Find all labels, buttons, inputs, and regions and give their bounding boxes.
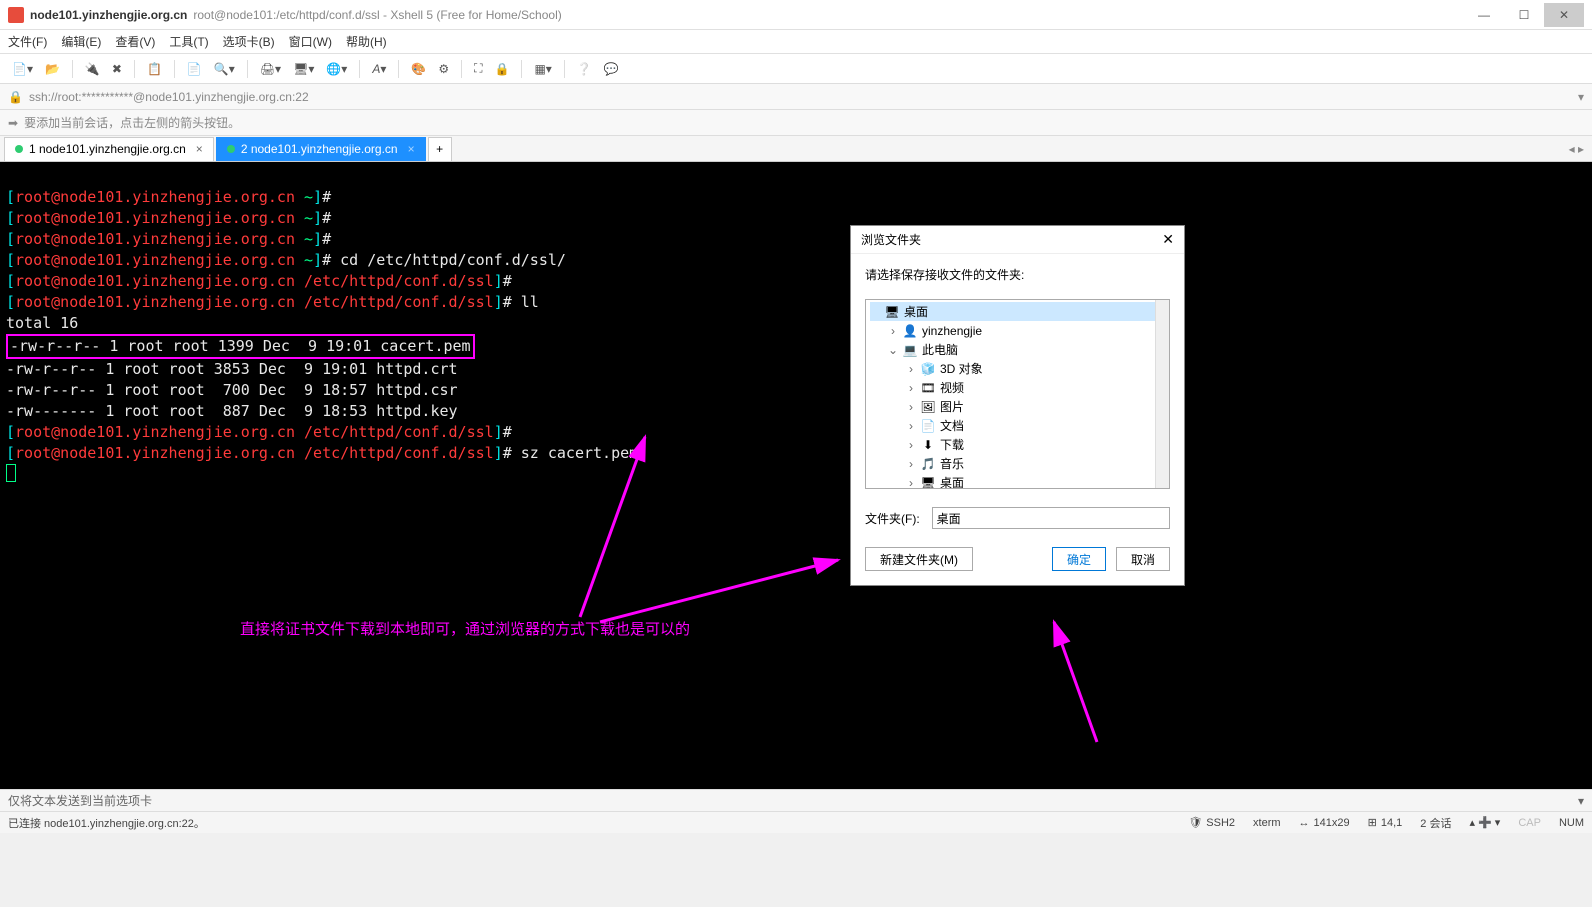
globe-icon[interactable]: 🌐▾ [322, 60, 351, 78]
close-button[interactable]: ✕ [1544, 3, 1584, 27]
tab-1-label: 1 node101.yinzhengjie.org.cn [29, 142, 186, 156]
ssh-lock-icon: 🔒 [8, 90, 23, 104]
new-folder-button[interactable]: 新建文件夹(M) [865, 547, 973, 571]
status-connection: 已连接 node101.yinzhengjie.org.cn:22。 [8, 815, 205, 831]
tree-item[interactable]: ›⬇下载 [870, 435, 1165, 454]
resize-icon: ↔ [1299, 817, 1310, 829]
search-icon[interactable]: 🔍▾ [210, 60, 239, 78]
tree-scrollbar[interactable] [1155, 300, 1169, 488]
dialog-close-icon[interactable]: ✕ [1162, 231, 1174, 248]
send-input-hint: 仅将文本发送到当前选项卡 [8, 792, 152, 809]
tree-item[interactable]: ›🖼图片 [870, 397, 1165, 416]
status-ssh: 🛡SSH2 [1188, 816, 1235, 829]
tree-item[interactable]: ›📄文档 [870, 416, 1165, 435]
menu-tools[interactable]: 工具(T) [169, 33, 208, 50]
shield-icon: 🛡 [1188, 816, 1202, 829]
titlebar: node101.yinzhengjie.org.cn root@node101:… [0, 0, 1592, 30]
ok-button[interactable]: 确定 [1052, 547, 1106, 571]
copy-icon[interactable]: 📋 [143, 60, 166, 78]
color-icon[interactable]: 🎨 [407, 60, 430, 78]
status-bar: 已连接 node101.yinzhengjie.org.cn:22。 🛡SSH2… [0, 811, 1592, 833]
status-num: NUM [1559, 817, 1584, 829]
window-controls: — ☐ ✕ [1464, 3, 1584, 27]
help-icon[interactable]: ❔ [573, 60, 596, 78]
disconnect-icon[interactable]: ✖ [108, 60, 126, 78]
status-more-icon[interactable]: ▴ ➕ ▾ [1469, 816, 1500, 829]
tree-item[interactable]: ›🎞视频 [870, 378, 1165, 397]
tree-item[interactable]: 🖥桌面 [870, 302, 1165, 321]
minimize-button[interactable]: — [1464, 3, 1504, 27]
address-dropdown-icon[interactable]: ▾ [1578, 90, 1584, 104]
tab-1[interactable]: 1 node101.yinzhengjie.org.cn × [4, 137, 214, 161]
toolbar: 📄▾ 📂 🔌 ✖ 📋 📄 🔍▾ 🖨▾ 🖥▾ 🌐▾ A▾ 🎨 ⚙ ⛶ 🔒 ▦▾ ❔… [0, 54, 1592, 84]
position-icon: ⊞ [1368, 816, 1377, 829]
tab-2-label: 2 node101.yinzhengjie.org.cn [241, 142, 398, 156]
cascade-icon[interactable]: ▦▾ [530, 60, 555, 78]
tab-nav-arrows[interactable]: ◂ ▸ [1569, 142, 1592, 156]
tree-item[interactable]: ›🎵音乐 [870, 454, 1165, 473]
tree-item[interactable]: ⌄💻此电脑 [870, 340, 1165, 359]
font-icon[interactable]: A▾ [368, 60, 390, 78]
tree-item[interactable]: ›👤yinzhengjie [870, 321, 1165, 340]
tree-item[interactable]: ›🖥桌面 [870, 473, 1165, 489]
maximize-button[interactable]: ☐ [1504, 3, 1544, 27]
tab-2[interactable]: 2 node101.yinzhengjie.org.cn × [216, 137, 426, 161]
fullscreen-icon[interactable]: ⛶ [470, 59, 486, 78]
tree-item[interactable]: ›🧊3D 对象 [870, 359, 1165, 378]
hint-bar: ➡ 要添加当前会话，点击左侧的箭头按钮。 [0, 110, 1592, 136]
tab-add[interactable]: + [428, 137, 452, 161]
print-icon[interactable]: 🖨▾ [256, 60, 285, 78]
tab-2-close-icon[interactable]: × [408, 142, 415, 156]
browse-folder-dialog: 浏览文件夹 ✕ 请选择保存接收文件的文件夹: 🖥桌面›👤yinzhengjie⌄… [850, 225, 1185, 586]
folder-field-label: 文件夹(F): [865, 510, 920, 527]
folder-tree[interactable]: 🖥桌面›👤yinzhengjie⌄💻此电脑›🧊3D 对象›🎞视频›🖼图片›📄文档… [865, 299, 1170, 489]
menubar: 文件(F) 编辑(E) 查看(V) 工具(T) 选项卡(B) 窗口(W) 帮助(… [0, 30, 1592, 54]
title-host: node101.yinzhengjie.org.cn [30, 8, 187, 22]
terminal[interactable]: [root@node101.yinzhengjie.org.cn ~]# [ro… [0, 162, 1592, 789]
transfer-icon[interactable]: 🖥▾ [289, 60, 318, 78]
status-dot-icon [15, 145, 23, 153]
folder-input[interactable] [932, 507, 1170, 529]
hint-text: 要添加当前会话，点击左侧的箭头按钮。 [24, 114, 240, 131]
status-cap: CAP [1518, 817, 1541, 829]
address-bar: 🔒 ssh://root:***********@node101.yinzhen… [0, 84, 1592, 110]
menu-file[interactable]: 文件(F) [8, 33, 47, 50]
connect-icon[interactable]: 🔌 [81, 60, 104, 78]
dialog-titlebar: 浏览文件夹 ✕ [851, 226, 1184, 254]
new-icon[interactable]: 📄▾ [8, 60, 37, 78]
status-dot-icon [227, 145, 235, 153]
open-icon[interactable]: 📂 [41, 60, 64, 78]
status-pos: ⊞14,1 [1368, 816, 1403, 829]
address-text[interactable]: ssh://root:***********@node101.yinzhengj… [29, 90, 309, 104]
status-size: ↔141x29 [1299, 817, 1350, 829]
tab-bar: 1 node101.yinzhengjie.org.cn × 2 node101… [0, 136, 1592, 162]
app-icon [8, 7, 24, 23]
title-suffix: root@node101:/etc/httpd/conf.d/ssl - Xsh… [193, 8, 561, 22]
chat-icon[interactable]: 💬 [600, 60, 623, 78]
dialog-title: 浏览文件夹 [861, 231, 921, 248]
lock-icon[interactable]: 🔒 [490, 60, 513, 78]
menu-window[interactable]: 窗口(W) [289, 33, 332, 50]
menu-tab[interactable]: 选项卡(B) [223, 33, 275, 50]
paste-icon[interactable]: 📄 [183, 60, 206, 78]
send-input-bar[interactable]: 仅将文本发送到当前选项卡 ▾ [0, 789, 1592, 811]
status-term: xterm [1253, 817, 1281, 829]
tab-1-close-icon[interactable]: × [196, 142, 203, 156]
gear-icon[interactable]: ⚙ [434, 60, 453, 78]
status-sessions: 2 会话 [1420, 815, 1451, 831]
menu-view[interactable]: 查看(V) [115, 33, 155, 50]
dialog-message: 请选择保存接收文件的文件夹: [865, 266, 1170, 283]
add-session-icon[interactable]: ➡ [8, 116, 18, 130]
menu-edit[interactable]: 编辑(E) [61, 33, 101, 50]
cancel-button[interactable]: 取消 [1116, 547, 1170, 571]
annotation-arrow-icon [0, 162, 1450, 782]
menu-help[interactable]: 帮助(H) [346, 33, 387, 50]
send-target-dropdown-icon[interactable]: ▾ [1578, 794, 1584, 808]
